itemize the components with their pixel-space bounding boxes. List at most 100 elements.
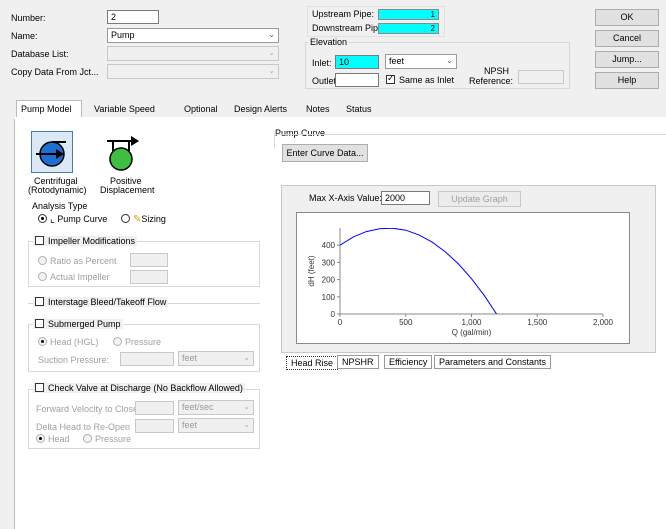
- centrifugal-pump-button[interactable]: [31, 131, 73, 173]
- ok-button[interactable]: OK: [595, 9, 659, 26]
- enter-curve-data-button[interactable]: Enter Curve Data...: [282, 144, 368, 162]
- cv-pressure-label: Pressure: [95, 434, 132, 444]
- interstage-checkbox[interactable]: Interstage Bleed/Takeoff Flow: [33, 297, 169, 307]
- max-x-axis-input[interactable]: 2000: [381, 191, 430, 205]
- x-tick-label: 0: [338, 318, 343, 327]
- inlet-units-combo[interactable]: feet ⌄: [385, 54, 457, 69]
- pump-curve-graph-icon: ⌞: [50, 214, 55, 225]
- x-axis-label: Q (gal/min): [452, 328, 492, 337]
- x-tick-label: 2,000: [593, 318, 614, 327]
- tab-optional[interactable]: Optional: [180, 101, 222, 117]
- y-tick-label: 100: [322, 293, 336, 302]
- suction-units-value: feet: [182, 353, 198, 363]
- check-valve-title: Check Valve at Discharge (No Backflow Al…: [48, 383, 243, 393]
- tab-efficiency[interactable]: Efficiency: [384, 355, 433, 369]
- downstream-pipe-label: Downstream Pipe:: [312, 23, 386, 33]
- x-tick-label: 1,000: [461, 318, 482, 327]
- chevron-down-icon: ⌄: [243, 353, 250, 362]
- tab-variable-speed[interactable]: Variable Speed: [90, 101, 159, 117]
- database-label: Database List:: [11, 49, 69, 59]
- chevron-down-icon: ⌄: [268, 30, 275, 39]
- actual-impeller-radio[interactable]: Actual Impeller: [38, 272, 110, 282]
- tab-npshr[interactable]: NPSHR: [337, 355, 379, 369]
- actual-impeller-label: Actual Impeller: [50, 272, 110, 282]
- y-tick-label: 300: [322, 258, 336, 267]
- checkbox-icon: [35, 319, 44, 328]
- y-tick-label: 200: [322, 276, 336, 285]
- radio-selected-icon: [38, 214, 47, 223]
- outlet-input[interactable]: [335, 73, 379, 87]
- centrifugal-label-line2: (Rotodynamic): [28, 185, 87, 195]
- number-input[interactable]: 2: [107, 10, 159, 24]
- pump-curve-radio[interactable]: ⌞ Pump Curve: [38, 214, 107, 225]
- x-tick-label: 1,500: [527, 318, 548, 327]
- checkbox-icon: [35, 236, 44, 245]
- ratio-label: Ratio as Percent: [50, 256, 117, 266]
- chevron-down-icon: ⌄: [268, 66, 275, 75]
- cv-pressure-radio[interactable]: Pressure: [83, 434, 131, 444]
- name-value: Pump: [111, 30, 135, 40]
- inlet-label: Inlet:: [312, 58, 332, 68]
- suction-pressure-input[interactable]: [120, 352, 174, 366]
- ratio-input[interactable]: [130, 253, 168, 267]
- radio-disabled-selected-icon: [38, 337, 47, 346]
- interstage-title: Interstage Bleed/Takeoff Flow: [48, 297, 167, 307]
- database-combo[interactable]: ⌄: [107, 46, 279, 61]
- cv-head-radio[interactable]: Head: [36, 434, 70, 444]
- same-as-inlet-checkbox[interactable]: Same as Inlet: [386, 73, 454, 85]
- tab-panel-strip: [14, 117, 666, 119]
- x-tick-label: 500: [399, 318, 413, 327]
- cancel-button[interactable]: Cancel: [595, 30, 659, 47]
- chevron-down-icon: ⌄: [243, 402, 250, 411]
- submerged-checkbox[interactable]: Submerged Pump: [33, 319, 123, 329]
- delta-head-input[interactable]: [135, 419, 174, 433]
- delta-head-label: Delta Head to Re-Open: [36, 422, 131, 432]
- name-combo[interactable]: Pump ⌄: [107, 28, 279, 43]
- tab-status[interactable]: Status: [342, 101, 376, 117]
- radio-disabled-icon: [38, 256, 47, 265]
- tab-pump-model[interactable]: Pump Model: [16, 100, 82, 117]
- tab-head-rise[interactable]: Head Rise: [286, 356, 339, 370]
- elevation-title: Elevation: [308, 37, 350, 47]
- radio-disabled-icon: [83, 434, 92, 443]
- tab-notes[interactable]: Notes: [302, 101, 334, 117]
- ratio-radio[interactable]: Ratio as Percent: [38, 256, 117, 266]
- centrifugal-pump-icon: [36, 141, 66, 167]
- checkbox-icon: [35, 383, 44, 392]
- suction-units-combo[interactable]: feet ⌄: [178, 351, 254, 366]
- y-tick-label: 400: [322, 241, 336, 250]
- inlet-units-value: feet: [389, 56, 405, 66]
- tab-parameters[interactable]: Parameters and Constants: [434, 355, 552, 369]
- delta-units-combo[interactable]: feet ⌄: [178, 418, 254, 433]
- copy-data-combo[interactable]: ⌄: [107, 64, 279, 79]
- update-graph-button[interactable]: Update Graph: [438, 191, 521, 207]
- actual-impeller-input[interactable]: [130, 270, 168, 284]
- suction-pressure-label: Suction Pressure:: [38, 355, 110, 365]
- npsh-label-line2: Reference:: [469, 76, 514, 86]
- forward-units-combo[interactable]: feet/sec ⌄: [178, 400, 254, 415]
- chevron-down-icon: ⌄: [243, 420, 250, 429]
- submerged-title: Submerged Pump: [48, 319, 121, 329]
- head-hgl-label: Head (HGL): [50, 337, 99, 347]
- impeller-checkbox[interactable]: Impeller Modifications: [33, 236, 138, 246]
- head-hgl-radio[interactable]: Head (HGL): [38, 337, 99, 347]
- chevron-down-icon: ⌄: [446, 56, 453, 65]
- forward-velocity-input[interactable]: [135, 401, 174, 415]
- pressure-radio[interactable]: Pressure: [113, 337, 161, 347]
- inlet-input[interactable]: 10: [335, 55, 379, 69]
- pump-curve-radio-label: Pump Curve: [57, 214, 108, 224]
- forward-velocity-label: Forward Velocity to Close: [36, 404, 139, 414]
- jump-button[interactable]: Jump...: [595, 51, 659, 68]
- checkbox-icon: [35, 297, 44, 306]
- npsh-reference-input[interactable]: [518, 70, 564, 84]
- sizing-radio[interactable]: ✎Sizing: [121, 214, 166, 225]
- tab-design-alerts[interactable]: Design Alerts: [230, 101, 291, 117]
- check-valve-checkbox[interactable]: Check Valve at Discharge (No Backflow Al…: [33, 383, 245, 393]
- positive-displacement-button[interactable]: [101, 131, 143, 173]
- radio-unselected-icon: [121, 214, 130, 223]
- downstream-pipe-value[interactable]: 2: [378, 23, 439, 34]
- name-label: Name:: [11, 31, 38, 41]
- help-button[interactable]: Help: [595, 72, 659, 89]
- number-label: Number:: [11, 13, 46, 23]
- upstream-pipe-value[interactable]: 1: [378, 9, 439, 20]
